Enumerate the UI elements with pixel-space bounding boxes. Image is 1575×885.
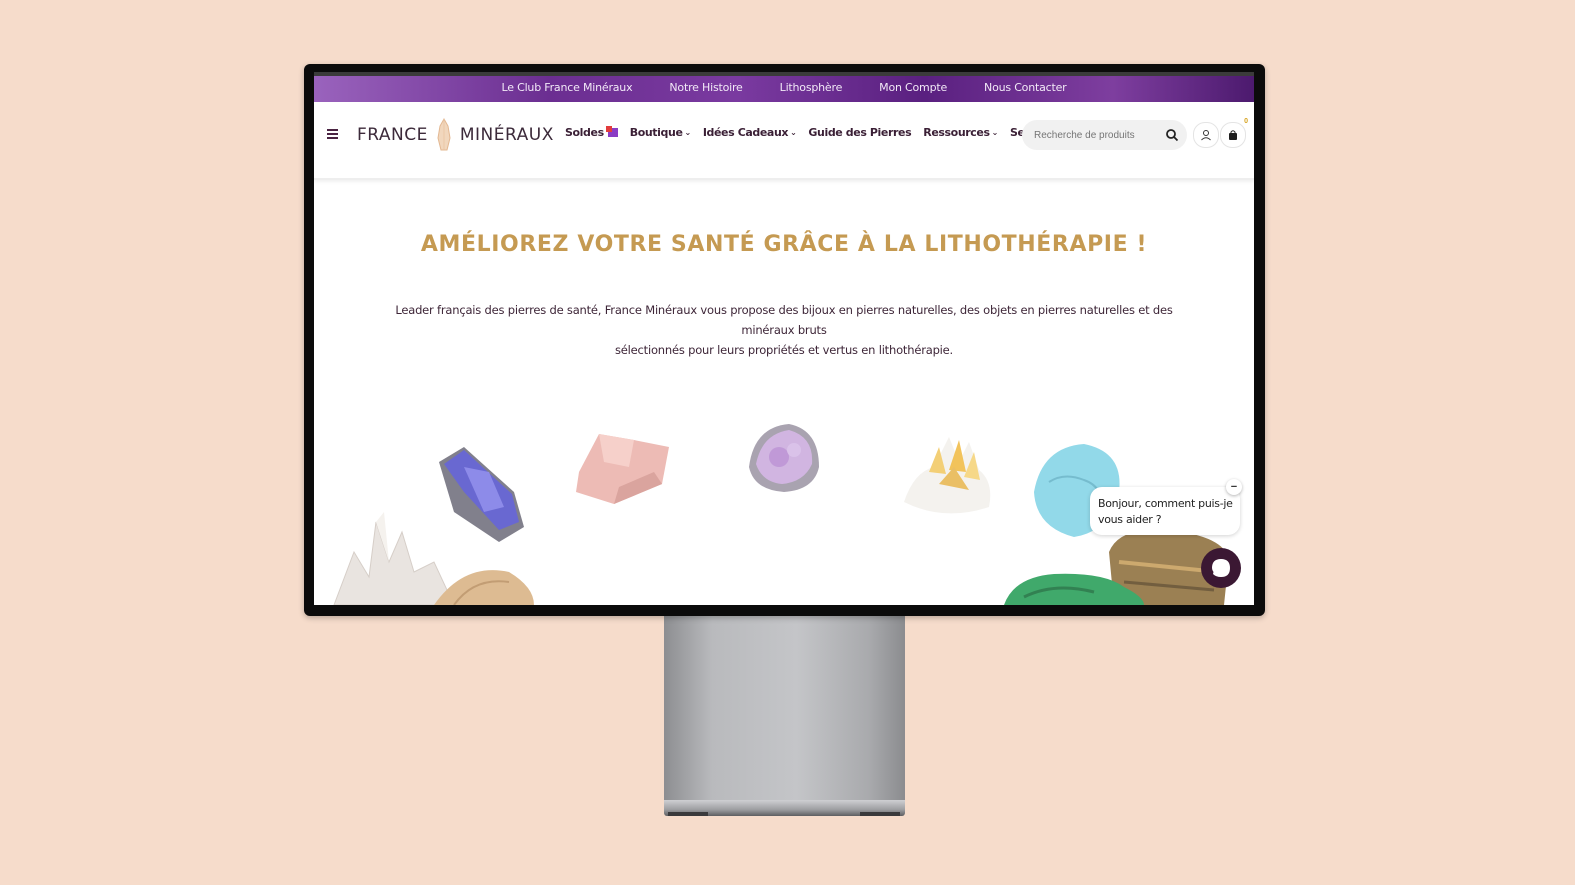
- menu-icon[interactable]: [327, 129, 338, 139]
- gift-tag-icon: [605, 126, 618, 137]
- hero-description: Leader français des pierres de santé, Fr…: [374, 300, 1194, 360]
- nav-guide-pierres[interactable]: Guide des Pierres: [808, 126, 911, 139]
- topbar-link-histoire[interactable]: Notre Histoire: [669, 81, 742, 94]
- nav-idees-cadeaux[interactable]: Idées Cadeaux ⌄: [703, 126, 797, 139]
- topbar-edge: [314, 72, 1254, 76]
- main-nav: Soldes Boutique ⌄ Idées Cadeaux ⌄ Guide …: [565, 126, 1068, 139]
- chevron-down-icon: ⌄: [684, 128, 692, 137]
- chat-greeting-bubble[interactable]: Bonjour, comment puis-je vous aider ?: [1090, 487, 1240, 535]
- logo-text-right: MINÉRAUX: [459, 125, 554, 145]
- chat-greeting-line-1: Bonjour, comment puis-je: [1098, 497, 1233, 510]
- top-links-bar: Le Club France Minéraux Notre Histoire L…: [314, 72, 1254, 102]
- chat-greeting-line-2: vous aider ?: [1098, 513, 1162, 526]
- chat-greeting-text: Bonjour, comment puis-je vous aider ?: [1098, 496, 1233, 528]
- crystal-logo-icon: [437, 118, 451, 151]
- chat-close-button[interactable]: −: [1226, 479, 1242, 495]
- nav-soldes-label: Soldes: [565, 126, 604, 139]
- search-input[interactable]: [1034, 128, 1159, 142]
- nav-ressources[interactable]: Ressources ⌄: [923, 126, 998, 139]
- nav-idees-label: Idées Cadeaux: [702, 126, 789, 139]
- topbar-link-contact[interactable]: Nous Contacter: [984, 81, 1067, 94]
- user-icon: [1201, 130, 1211, 141]
- monitor-foot: [668, 812, 708, 816]
- cart-count-badge: 0: [1244, 118, 1248, 125]
- chat-launcher-button[interactable]: [1201, 548, 1241, 588]
- nav-boutique[interactable]: Boutique ⌄: [629, 126, 692, 139]
- nav-soldes[interactable]: Soldes: [565, 126, 618, 139]
- monitor-stand: [664, 616, 905, 806]
- topbar-link-lithosphere[interactable]: Lithosphère: [780, 81, 843, 94]
- search-icon[interactable]: [1165, 128, 1179, 142]
- hero-text-line-2: sélectionnés pour leurs propriétés et ve…: [615, 343, 953, 357]
- cart-button[interactable]: 0: [1220, 118, 1248, 148]
- browser-viewport: Le Club France Minéraux Notre Histoire L…: [314, 72, 1254, 605]
- account-button[interactable]: [1193, 122, 1219, 148]
- hero-title: AMÉLIOREZ VOTRE SANTÉ GRÂCE À LA LITHOTH…: [420, 232, 1148, 257]
- topbar-link-club[interactable]: Le Club France Minéraux: [502, 81, 633, 94]
- topbar-link-compte[interactable]: Mon Compte: [879, 81, 947, 94]
- chevron-down-icon: ⌄: [991, 128, 999, 137]
- shopping-bag-icon: [1229, 130, 1237, 140]
- hero-text-line-1: Leader français des pierres de santé, Fr…: [395, 303, 1173, 337]
- site-logo[interactable]: FRANCE MINÉRAUX: [357, 118, 554, 152]
- logo-text-left: FRANCE: [357, 125, 428, 145]
- site-header: FRANCE MINÉRAUX Soldes Boutique ⌄ Idées …: [314, 102, 1254, 180]
- chat-bubble-icon: [1212, 559, 1230, 578]
- search-bar: [1022, 120, 1187, 150]
- nav-guide-label: Guide des Pierres: [808, 126, 912, 139]
- chevron-down-icon: ⌄: [790, 128, 797, 137]
- monitor-frame: Le Club France Minéraux Notre Histoire L…: [304, 64, 1265, 616]
- nav-boutique-label: Boutique: [629, 126, 683, 139]
- nav-ressources-label: Ressources: [923, 126, 990, 139]
- monitor-foot: [860, 812, 900, 816]
